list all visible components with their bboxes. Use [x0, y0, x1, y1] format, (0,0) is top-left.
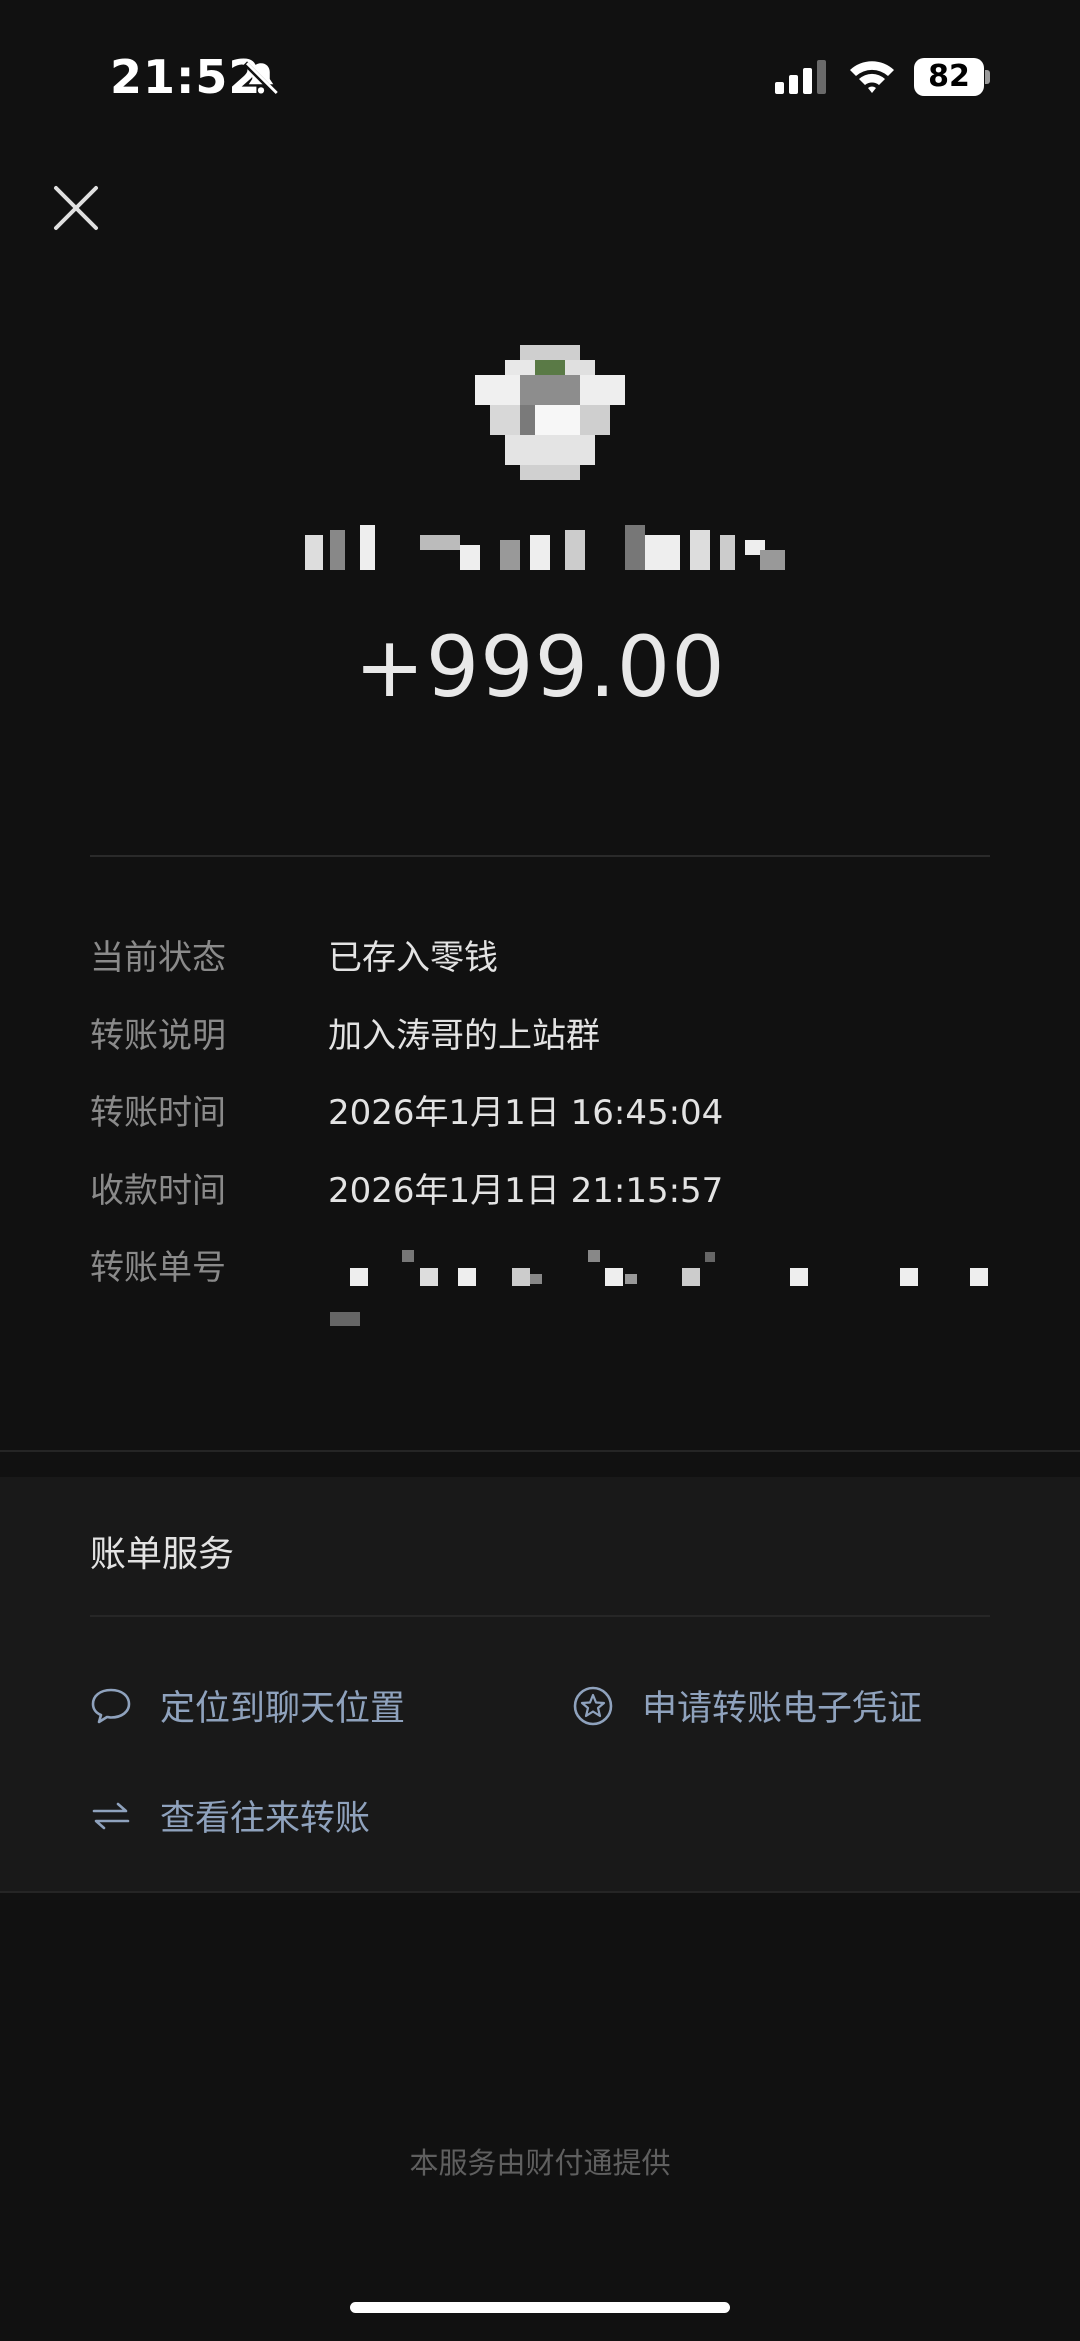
swap-arrows-icon: [92, 1802, 130, 1829]
chat-bubble-icon: [91, 1688, 131, 1723]
star-badge-icon: [573, 1686, 613, 1725]
wifi-icon: [848, 58, 896, 100]
apply-receipt-label: 申请转账电子凭证: [642, 1689, 923, 1729]
status-value: 已存入零钱: [328, 938, 498, 978]
transfer-time-label: 转账时间: [90, 1093, 226, 1133]
avatar: [475, 345, 625, 480]
provider-footer: 本服务由财付通提供: [409, 2146, 671, 2180]
section-divider: [0, 1891, 1080, 1893]
cellular-signal-icon: [775, 60, 831, 98]
divider: [90, 855, 990, 857]
locate-chat-link[interactable]: 定位到聊天位置: [90, 1680, 405, 1731]
section-divider: [0, 1450, 1080, 1452]
home-indicator[interactable]: [350, 2302, 730, 2313]
transfer-amount: +999.00: [354, 618, 726, 716]
note-label: 转账说明: [90, 1016, 226, 1056]
bell-slash-icon: [240, 58, 282, 104]
receive-time-value: 2026年1月1日 21:15:57: [328, 1171, 724, 1211]
transaction-id-redacted[interactable]: [330, 1240, 1000, 1330]
view-history-label: 查看往来转账: [160, 1799, 371, 1839]
sender-name-redacted: [305, 520, 795, 570]
status-label: 当前状态: [90, 938, 226, 978]
apply-receipt-link[interactable]: 申请转账电子凭证: [572, 1680, 922, 1731]
note-value: 加入涛哥的上站群: [328, 1016, 600, 1056]
receive-time-label: 收款时间: [90, 1171, 226, 1211]
bill-service-title: 账单服务: [90, 1534, 235, 1575]
transfer-time-value: 2026年1月1日 16:45:04: [328, 1093, 724, 1133]
divider: [90, 1615, 990, 1617]
status-time: 21:52: [110, 50, 262, 104]
view-history-link[interactable]: 查看往来转账: [90, 1790, 370, 1841]
battery-cap: [985, 70, 990, 84]
battery-indicator: 82: [914, 58, 984, 96]
locate-chat-label: 定位到聊天位置: [160, 1689, 406, 1729]
transaction-id-label: 转账单号: [90, 1248, 226, 1288]
close-icon[interactable]: [52, 184, 100, 232]
